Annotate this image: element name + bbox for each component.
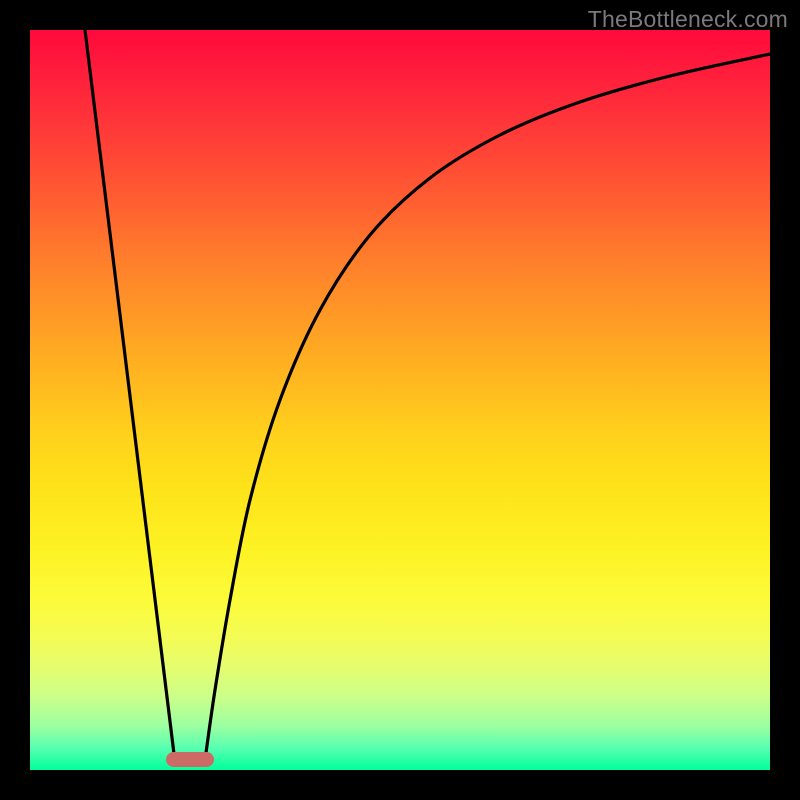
- curve-layer: [30, 30, 770, 770]
- watermark-text: TheBottleneck.com: [588, 6, 788, 33]
- plot-area: [30, 30, 770, 770]
- right-curve: [205, 54, 770, 760]
- left-line: [85, 30, 175, 762]
- bottleneck-marker: [166, 752, 214, 767]
- chart-frame: TheBottleneck.com: [0, 0, 800, 800]
